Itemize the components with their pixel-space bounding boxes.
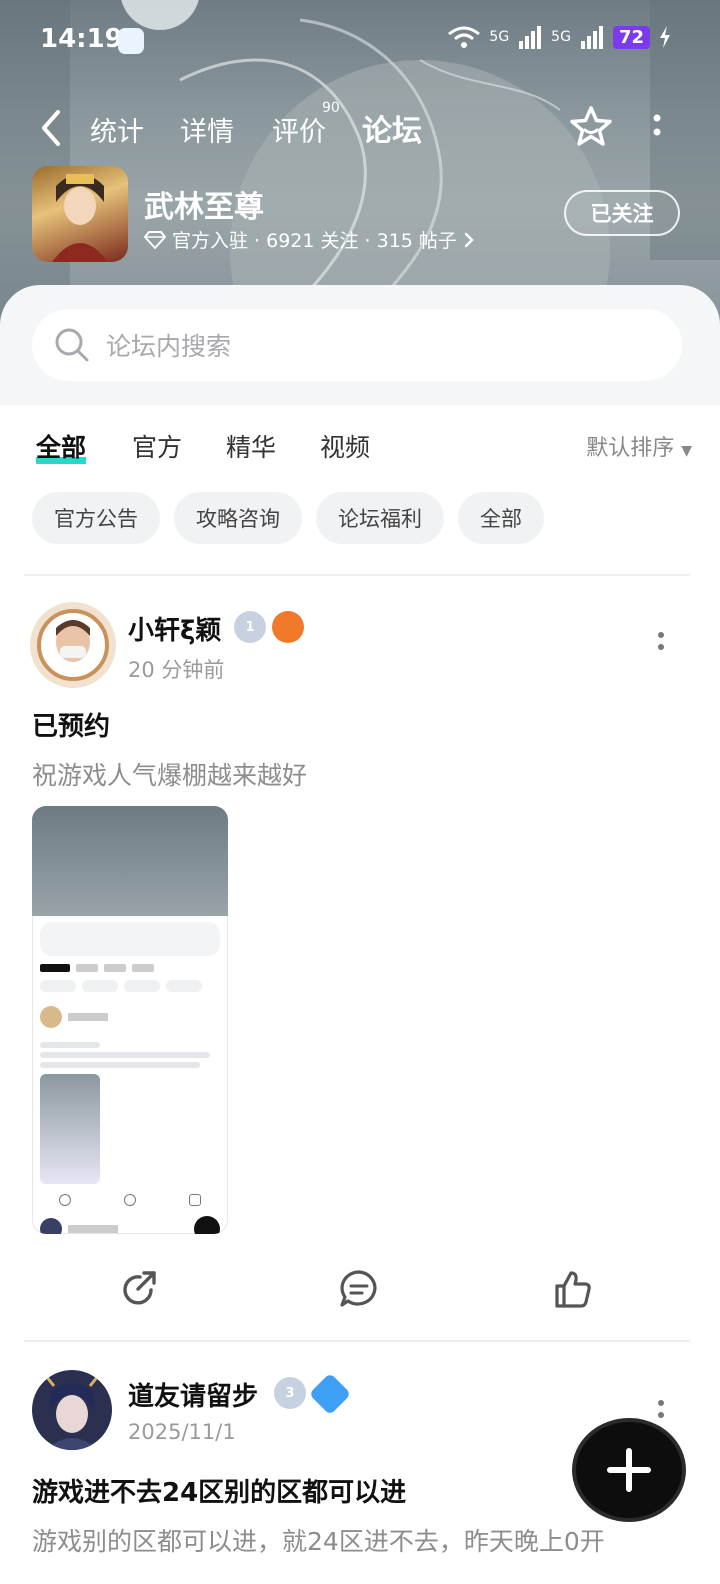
filter-tabs: 全部 官方 精华 视频 默认排序 ▼ <box>0 412 720 482</box>
gamer-badge-icon <box>272 611 304 643</box>
follow-button[interactable]: 已关注 <box>564 190 680 236</box>
status-bar: 14:19 5G 5G 72 <box>0 14 720 64</box>
divider <box>24 574 690 576</box>
search-input[interactable]: 论坛内搜索 <box>32 309 682 381</box>
diamond-icon <box>144 230 166 249</box>
chip-announcements[interactable]: 官方公告 <box>32 492 160 544</box>
level-badge: 3 <box>274 1377 306 1409</box>
more-vertical-icon[interactable] <box>652 112 662 142</box>
filter-tab-official[interactable]: 官方 <box>132 428 182 464</box>
game-name: 武林至尊 <box>144 190 264 225</box>
search-placeholder: 论坛内搜索 <box>106 332 232 361</box>
avatar[interactable] <box>32 1370 112 1450</box>
signal-5g-label-2: 5G <box>551 29 571 45</box>
favorite-star-icon[interactable] <box>568 104 614 150</box>
review-count-badge: 90 <box>322 100 340 116</box>
battery-level: 72 <box>612 25 650 49</box>
caret-down-icon: ▼ <box>681 443 692 459</box>
divider <box>24 1340 690 1342</box>
post-time: 20 分钟前 <box>128 658 225 682</box>
plus-icon <box>607 1448 651 1492</box>
post-title[interactable]: 已预约 <box>32 706 110 743</box>
post-more-icon[interactable] <box>656 630 666 658</box>
category-chips: 官方公告 攻略咨询 论坛福利 全部 <box>32 492 544 544</box>
post-username[interactable]: 小轩ξ颖 <box>128 610 221 647</box>
tab-stats[interactable]: 统计 <box>90 110 144 149</box>
post-username[interactable]: 道友请留步 <box>128 1376 258 1413</box>
avatar[interactable] <box>30 602 116 688</box>
sort-dropdown[interactable]: 默认排序 ▼ <box>586 430 692 462</box>
signal-icon-2 <box>580 26 603 49</box>
game-icon[interactable] <box>32 166 128 262</box>
share-icon[interactable] <box>118 1268 160 1314</box>
chip-all[interactable]: 全部 <box>458 492 544 544</box>
app-notification-icon <box>118 28 144 54</box>
developer-badge-icon <box>308 1372 352 1416</box>
chip-guides[interactable]: 攻略咨询 <box>174 492 302 544</box>
post-body[interactable]: 游戏别的区都可以进，就24区进不去，昨天晚上0开 <box>32 1522 605 1558</box>
post-more-icon[interactable] <box>656 1398 666 1426</box>
create-post-button[interactable] <box>576 1422 682 1518</box>
filter-tab-video[interactable]: 视频 <box>320 428 370 464</box>
comment-icon[interactable] <box>338 1268 380 1314</box>
top-nav: 统计 详情 评价 90 论坛 <box>0 100 720 160</box>
post-time: 2025/11/1 <box>128 1420 236 1444</box>
search-icon <box>55 328 89 362</box>
status-time: 14:19 <box>40 24 123 54</box>
game-meta[interactable]: 官方入驻 · 6921 关注 · 315 帖子 <box>144 226 475 253</box>
post-title[interactable]: 游戏进不去24区别的区都可以进 <box>32 1472 406 1509</box>
wifi-icon <box>448 26 481 48</box>
like-icon[interactable] <box>552 1268 594 1314</box>
filter-tab-featured[interactable]: 精华 <box>226 428 276 464</box>
chip-benefits[interactable]: 论坛福利 <box>316 492 444 544</box>
tab-reviews[interactable]: 评价 <box>272 110 326 149</box>
charging-icon <box>660 26 670 48</box>
post-image[interactable] <box>32 806 228 1234</box>
level-badge: 1 <box>234 611 266 643</box>
tab-forum[interactable]: 论坛 <box>360 106 424 150</box>
search-panel: 论坛内搜索 <box>0 285 720 405</box>
filter-tab-all[interactable]: 全部 <box>36 428 87 464</box>
signal-icon-1 <box>519 26 542 49</box>
signal-5g-label-1: 5G <box>489 29 510 45</box>
tab-details[interactable]: 详情 <box>180 110 234 149</box>
back-icon[interactable] <box>38 106 66 150</box>
post-actions <box>0 1262 720 1322</box>
post-body[interactable]: 祝游戏人气爆棚越来越好 <box>32 756 307 792</box>
sort-label: 默认排序 <box>586 436 675 461</box>
chevron-right-icon <box>464 232 474 247</box>
game-meta-text: 官方入驻 · 6921 关注 · 315 帖子 <box>172 230 457 252</box>
